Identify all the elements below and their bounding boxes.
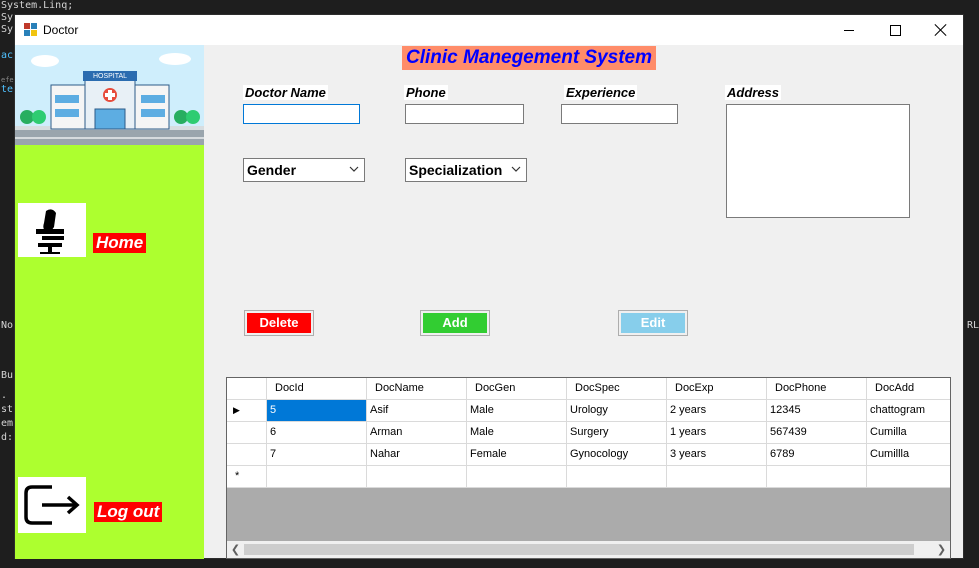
home-icon-button[interactable] <box>18 203 86 257</box>
table-cell[interactable]: Male <box>467 400 567 422</box>
column-header-docadd[interactable]: DocAdd <box>867 378 950 400</box>
address-label: Address <box>725 85 782 100</box>
phone-input[interactable] <box>405 104 524 124</box>
minimize-icon <box>844 29 854 31</box>
edit-button-label: Edit <box>621 313 685 333</box>
hospital-image: HOSPITAL <box>15 45 204 145</box>
experience-label: Experience <box>564 85 638 100</box>
hospital-sign: HOSPITAL <box>92 73 128 80</box>
new-row-header[interactable]: * <box>227 466 267 488</box>
logout-icon-button[interactable] <box>18 477 86 533</box>
table-cell[interactable]: 5 <box>267 400 367 422</box>
table-cell[interactable]: 1 years <box>667 422 767 444</box>
table-cell[interactable]: Nahar <box>367 444 467 466</box>
form-app-icon <box>24 23 37 36</box>
table-cell[interactable]: 567439 <box>767 422 867 444</box>
code-line: em <box>1 418 14 429</box>
delete-button-label: Delete <box>247 313 311 333</box>
table-cell[interactable]: 6789 <box>767 444 867 466</box>
table-cell[interactable]: Male <box>467 422 567 444</box>
phone-label: Phone <box>404 85 448 100</box>
table-cell[interactable]: 6 <box>267 422 367 444</box>
table-cell[interactable]: 2 years <box>667 400 767 422</box>
doctor-name-label: Doctor Name <box>243 85 328 100</box>
code-line: . <box>1 390 8 401</box>
maximize-icon <box>889 24 901 36</box>
table-cell[interactable] <box>667 466 767 488</box>
table-cell[interactable] <box>867 466 950 488</box>
add-button[interactable]: Add <box>420 310 490 336</box>
table-cell[interactable] <box>267 466 367 488</box>
code-line: No <box>1 320 14 331</box>
doctor-name-input[interactable] <box>243 104 360 124</box>
table-cell[interactable] <box>367 466 467 488</box>
code-line: d: <box>1 432 14 443</box>
minimize-button[interactable] <box>826 15 872 45</box>
home-link[interactable]: Home <box>93 233 147 253</box>
window-title: Doctor <box>43 23 79 37</box>
table-cell[interactable] <box>467 466 567 488</box>
scroll-right-icon[interactable]: ❯ <box>933 541 950 558</box>
doctor-form: Clinic Manegement System Doctor Name Pho… <box>204 45 963 559</box>
table-cell[interactable] <box>767 466 867 488</box>
chevron-down-icon <box>511 166 521 172</box>
logout-link[interactable]: Log out <box>94 502 163 522</box>
doctor-window: Doctor HOSPITAL Home Log out Clinic Mane… <box>14 14 964 559</box>
column-header-docid[interactable]: DocId <box>267 378 367 400</box>
scrollbar-thumb[interactable] <box>244 544 914 555</box>
table-cell[interactable] <box>567 466 667 488</box>
table-cell[interactable]: 3 years <box>667 444 767 466</box>
code-line: st <box>1 404 14 415</box>
row-header[interactable] <box>227 422 267 444</box>
scroll-left-icon[interactable]: ❮ <box>227 541 244 558</box>
column-header-docspec[interactable]: DocSpec <box>567 378 667 400</box>
table-cell[interactable]: Gynocology <box>567 444 667 466</box>
specialization-select-value: Specialization <box>409 162 503 178</box>
address-textarea[interactable] <box>726 104 910 218</box>
column-header-docgen[interactable]: DocGen <box>467 378 567 400</box>
horizontal-scrollbar[interactable]: ❮ ❯ <box>227 541 950 558</box>
close-button[interactable] <box>918 15 964 45</box>
grid-corner-header <box>227 378 267 400</box>
row-header[interactable] <box>227 444 267 466</box>
table-cell[interactable]: Cumilla <box>867 422 950 444</box>
table-cell[interactable]: Cumillla <box>867 444 950 466</box>
code-line: RL <box>966 320 979 331</box>
home-icon <box>36 209 64 254</box>
table-cell[interactable]: Surgery <box>567 422 667 444</box>
column-header-docphone[interactable]: DocPhone <box>767 378 867 400</box>
experience-input[interactable] <box>561 104 678 124</box>
logout-icon <box>24 485 80 525</box>
sidebar: HOSPITAL Home Log out <box>15 45 204 559</box>
column-header-docname[interactable]: DocName <box>367 378 467 400</box>
table-cell[interactable]: Urology <box>567 400 667 422</box>
code-line: te <box>1 84 14 95</box>
column-header-docexp[interactable]: DocExp <box>667 378 767 400</box>
table-cell[interactable]: 7 <box>267 444 367 466</box>
title-bar[interactable]: Doctor <box>15 15 963 45</box>
code-line: Sy <box>1 24 14 35</box>
table-cell[interactable]: Asif <box>367 400 467 422</box>
delete-button[interactable]: Delete <box>244 310 314 336</box>
chevron-down-icon <box>349 166 359 172</box>
gender-select-value: Gender <box>247 162 297 178</box>
table-cell[interactable]: 12345 <box>767 400 867 422</box>
gender-select[interactable]: Gender <box>243 158 365 182</box>
table-cell[interactable]: Arman <box>367 422 467 444</box>
table-cell[interactable]: Female <box>467 444 567 466</box>
add-button-label: Add <box>423 313 487 333</box>
table-cell[interactable]: chattogram <box>867 400 950 422</box>
page-title: Clinic Manegement System <box>402 46 657 70</box>
code-line: Bu <box>1 370 14 381</box>
edit-button[interactable]: Edit <box>618 310 688 336</box>
close-icon <box>935 24 947 36</box>
code-line: ac <box>1 50 14 61</box>
doctors-data-grid[interactable]: DocId DocName DocGen DocSpec DocExp DocPhone D… <box>226 377 951 559</box>
row-header[interactable]: ▶ <box>227 400 267 422</box>
code-line: Sy <box>1 12 14 23</box>
maximize-button[interactable] <box>872 15 918 45</box>
specialization-select[interactable]: Specialization <box>405 158 527 182</box>
code-line: System.Linq; <box>1 0 74 11</box>
